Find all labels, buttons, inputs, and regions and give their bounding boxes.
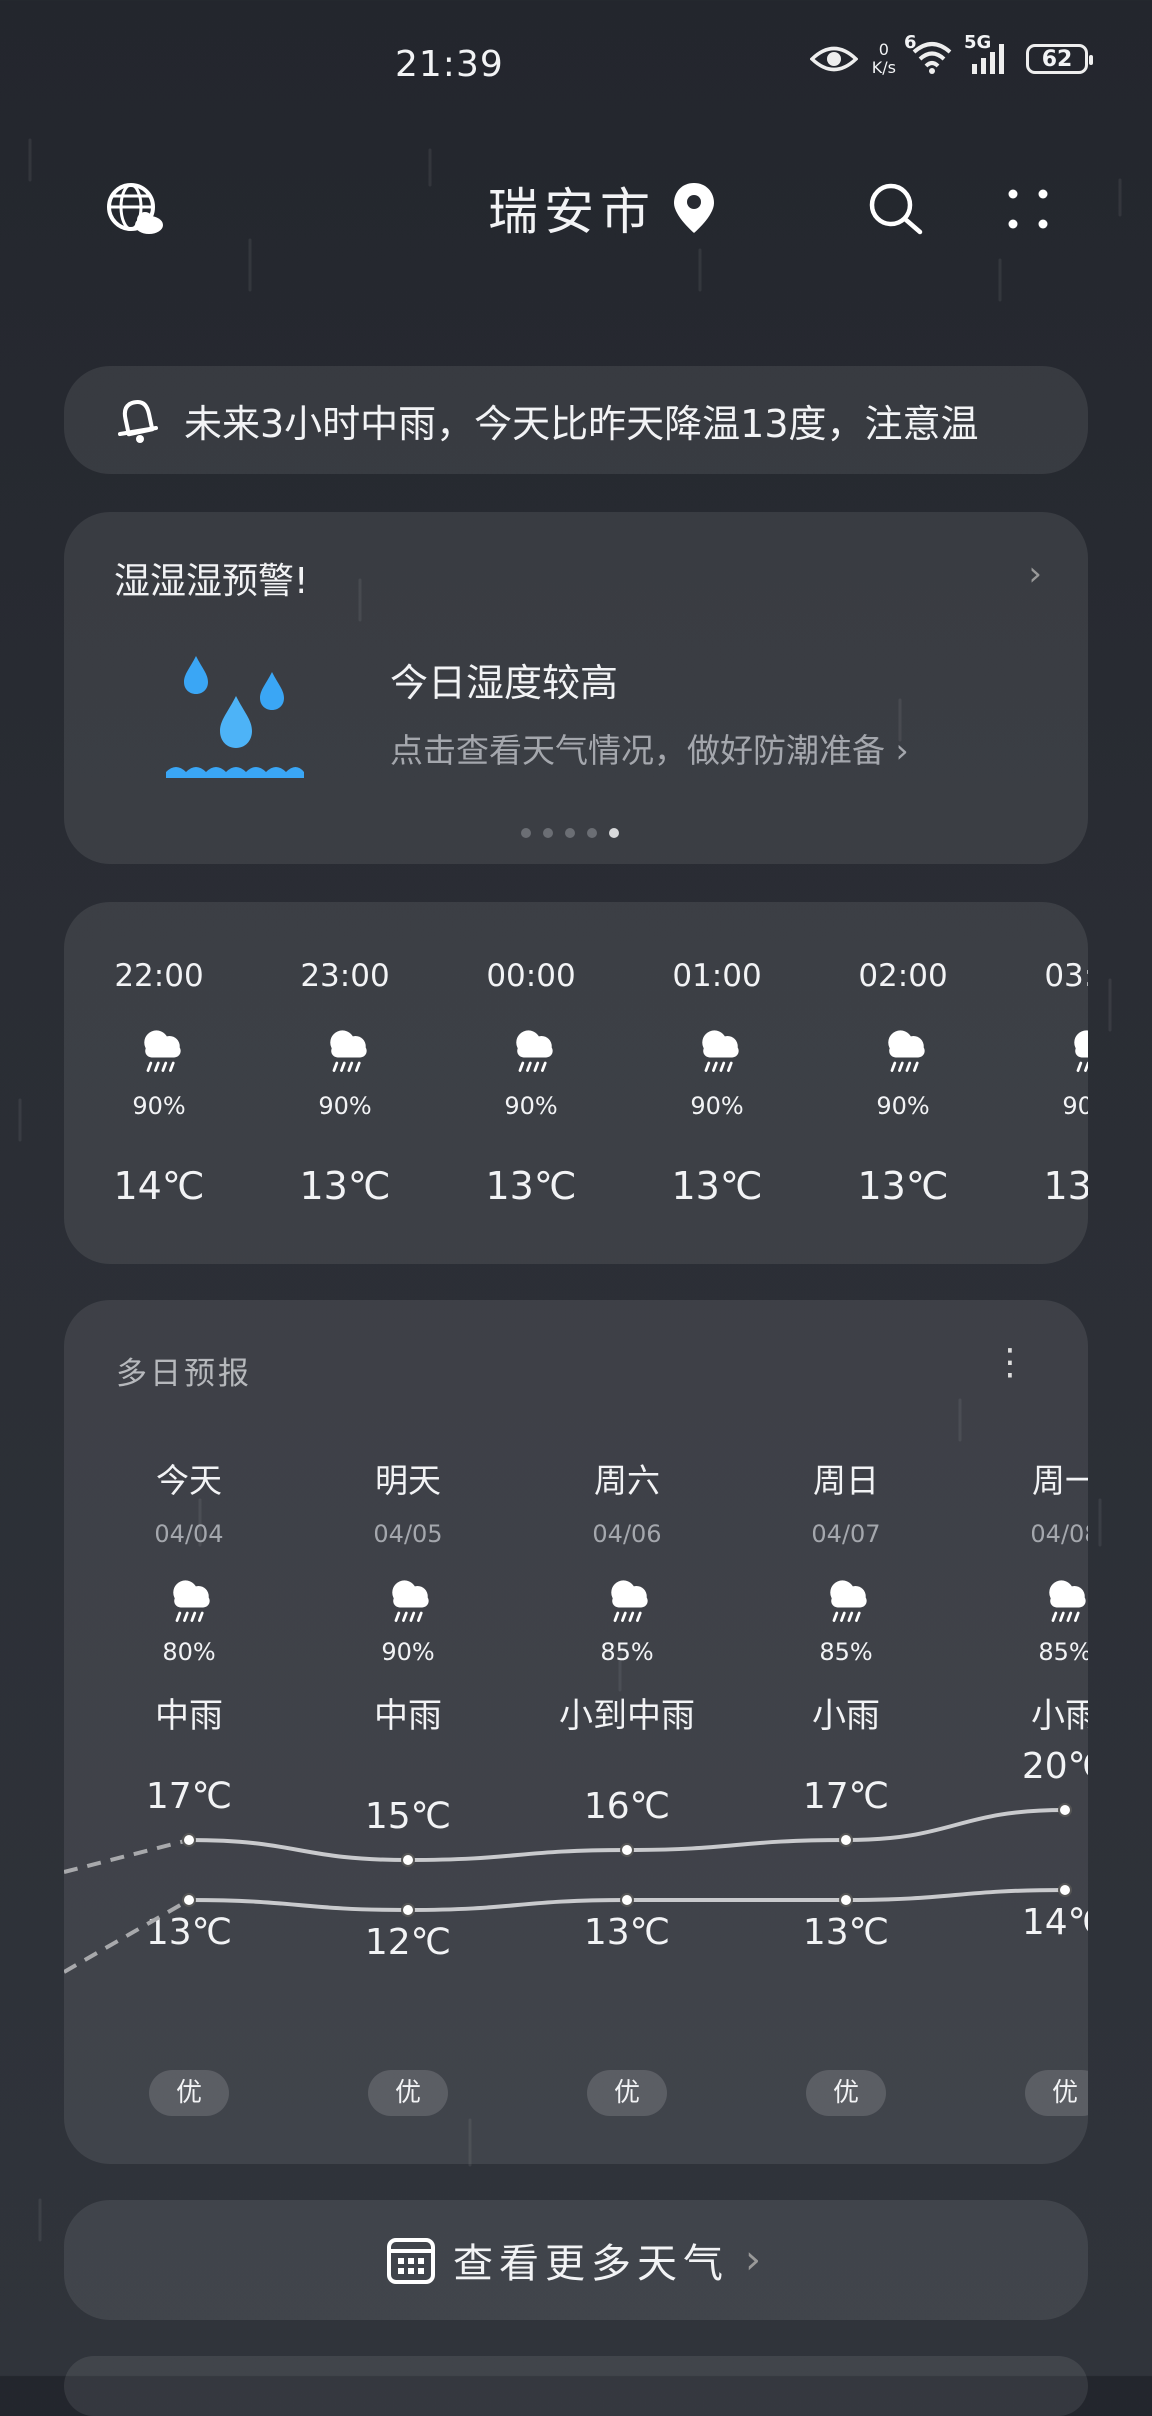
carousel-dot (521, 828, 531, 838)
hourly-icon (320, 1022, 376, 1082)
carousel-dot (587, 828, 597, 838)
high-temp-line-point (182, 1833, 196, 1847)
chevron-right-icon[interactable]: › (1028, 554, 1042, 594)
grid-menu-icon (1008, 189, 1048, 229)
hourly-temp: 13℃ (671, 1164, 763, 1208)
low-temp-line-point (401, 1903, 415, 1917)
globe-cloud-icon (107, 183, 163, 234)
status-time: 21:39 (395, 44, 504, 85)
hourly-icon (506, 1022, 562, 1082)
low-temp-line-point (620, 1893, 634, 1907)
rain-cloud-icon (702, 1030, 739, 1072)
net-speed-unit: K/s (871, 58, 896, 77)
wifi-icon (912, 42, 952, 74)
warning-title: 湿湿湿预警! (114, 561, 309, 602)
low-temp-line-point (839, 1893, 853, 1907)
battery-indicator: 62 (1026, 44, 1093, 74)
low-temp-line-point (182, 1893, 196, 1907)
hourly-temp: 13℃ (485, 1164, 577, 1208)
humidity-warning-card[interactable]: 湿湿湿预警! › 今日湿度较高 点击查看天气情况，做好防潮准备 › (64, 512, 1088, 864)
wifi-label: 6 (904, 32, 917, 53)
weather-notice-bar[interactable]: 未来3小时中雨，今天比昨天降温13度，注意温 (64, 366, 1088, 474)
rain-cloud-icon (330, 1030, 367, 1072)
next-card-peek (64, 2356, 1088, 2416)
hourly-time: 01:00 (672, 958, 762, 994)
city-title[interactable]: 瑞安市 (488, 172, 716, 244)
cell-signal: 5G (964, 32, 1012, 78)
hourly-precip: 90% (504, 1092, 558, 1120)
city-manage-button[interactable] (100, 174, 170, 244)
hourly-precip: 90% (876, 1092, 930, 1120)
chevron-right-icon: › (745, 2237, 767, 2283)
rain-cloud-icon (888, 1030, 925, 1072)
calendar-icon (387, 2238, 435, 2284)
warning-detail-text: 点击查看天气情况，做好防潮准备 (390, 731, 885, 770)
high-temp-line-point (401, 1853, 415, 1867)
hourly-time: 03:00 (1044, 958, 1088, 994)
high-temp-line-point (1058, 1803, 1072, 1817)
menu-button[interactable] (993, 174, 1063, 244)
daily-forecast-card[interactable]: 多日预报 ⋮ 今天 04/04 80% 中雨优 17℃ 13℃ 明天 04/05 90% 中雨优 1… (64, 1300, 1088, 2164)
hourly-icon (134, 1022, 190, 1082)
wifi-indicator: 6 (904, 32, 954, 78)
hourly-precip: 90% (318, 1092, 372, 1120)
carousel-dot (565, 828, 575, 838)
high-temp-line-point (839, 1833, 853, 1847)
rain-cloud-icon (516, 1030, 553, 1072)
notice-text: 未来3小时中雨，今天比昨天降温13度，注意温 (184, 401, 979, 446)
hourly-precip: 90% (132, 1092, 186, 1120)
warning-headline: 今日湿度较高 (390, 661, 619, 705)
search-button[interactable] (860, 174, 930, 244)
location-pin-icon (674, 183, 714, 233)
hourly-forecast-card[interactable]: 22:00 90% 14℃ 23:00 90% 13℃ 00:00 90% 13℃ 01:00 90… (64, 902, 1088, 1264)
hourly-time: 23:00 (300, 958, 390, 994)
yesterday-high-line (64, 1838, 190, 1874)
eye-icon (809, 46, 858, 72)
search-icon (869, 183, 923, 235)
status-bar: 21:39 0 K/s 6 5G 62 (0, 0, 1152, 140)
carousel-dot-active (609, 828, 619, 838)
signal-label: 5G (964, 32, 992, 53)
hourly-temp: 14℃ (113, 1164, 205, 1208)
hourly-temp: 13℃ (857, 1164, 949, 1208)
net-speed: 0 K/s (872, 41, 896, 77)
carousel-indicator (521, 828, 619, 838)
rain-cloud-icon (144, 1030, 181, 1072)
bell-icon (118, 400, 158, 443)
hourly-icon (692, 1022, 748, 1082)
hourly-precip: 90% (690, 1092, 744, 1120)
hourly-temp: 13℃ (1043, 1164, 1088, 1208)
humidity-droplets-icon (166, 656, 304, 778)
hourly-temp: 13℃ (299, 1164, 391, 1208)
chevron-right-icon: › (895, 731, 909, 770)
temperature-curve (64, 1803, 1072, 1974)
more-weather-button[interactable]: 查看更多天气 › (64, 2200, 1088, 2320)
city-name: 瑞安市 (488, 183, 656, 241)
rain-cloud-icon (1074, 1030, 1088, 1072)
hourly-time: 22:00 (114, 958, 204, 994)
yesterday-low-line (64, 1898, 190, 1974)
low-temp-line-point (1058, 1883, 1072, 1897)
net-speed-value: 0 (878, 40, 889, 59)
carousel-dot (543, 828, 553, 838)
hourly-time: 02:00 (858, 958, 948, 994)
hourly-precip: 90% (1062, 1092, 1088, 1120)
high-temp-line-point (620, 1843, 634, 1857)
top-bar: 瑞安市 (0, 160, 1152, 250)
hourly-icon (878, 1022, 934, 1082)
hourly-time: 00:00 (486, 958, 576, 994)
warning-detail-link[interactable]: 点击查看天气情况，做好防潮准备 › (390, 724, 909, 772)
more-weather-label: 查看更多天气 (453, 2241, 729, 2287)
hourly-icon (1064, 1022, 1088, 1082)
